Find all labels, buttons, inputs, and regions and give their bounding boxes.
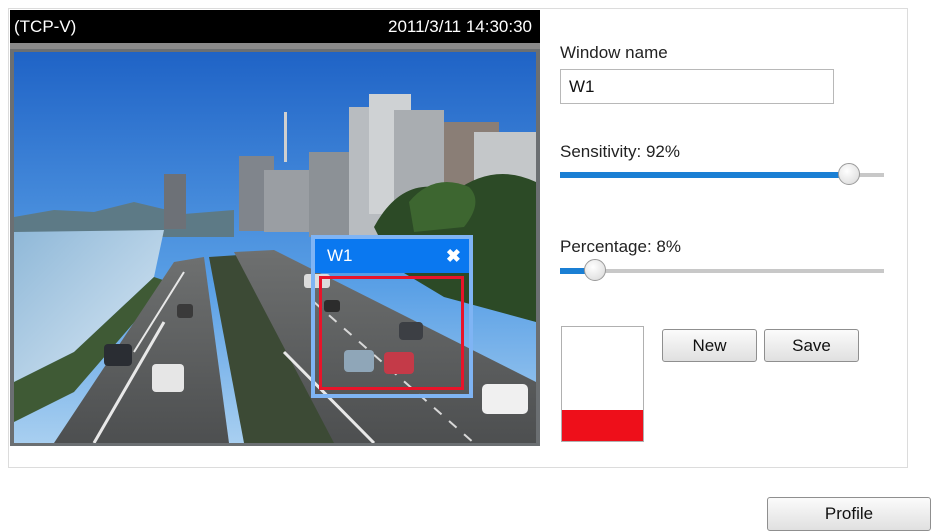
sensitivity-label: Sensitivity: 92% [560,142,680,161]
motion-level-meter [561,326,644,442]
video-divider [10,43,540,49]
percentage-track [560,269,884,273]
live-video-view: (TCP-V) 2011/3/11 14:30:30 W1 ✖ [10,10,540,446]
motion-window-title-bar[interactable]: W1 ✖ [315,239,469,273]
window-name-label: Window name [560,43,668,62]
motion-detection-window[interactable]: W1 ✖ [311,235,473,398]
save-button[interactable]: Save [764,329,859,362]
window-name-field[interactable] [560,69,834,104]
percentage-label: Percentage: 8% [560,237,681,256]
video-timestamp: 2011/3/11 14:30:30 [387,17,532,36]
sensitivity-fill [560,172,849,178]
detection-area[interactable] [319,276,464,390]
video-title-bar: (TCP-V) 2011/3/11 14:30:30 [10,10,540,43]
percentage-slider[interactable] [560,259,884,281]
new-button[interactable]: New [662,329,757,362]
stream-protocol-label: (TCP-V) [14,17,77,36]
profile-button[interactable]: Profile [767,497,931,531]
sensitivity-slider[interactable] [560,163,884,185]
close-icon[interactable]: ✖ [446,239,461,273]
motion-window-name: W1 [327,246,353,265]
percentage-slider-handle[interactable] [584,259,606,281]
sensitivity-slider-handle[interactable] [838,163,860,185]
motion-level-bar [562,410,643,441]
